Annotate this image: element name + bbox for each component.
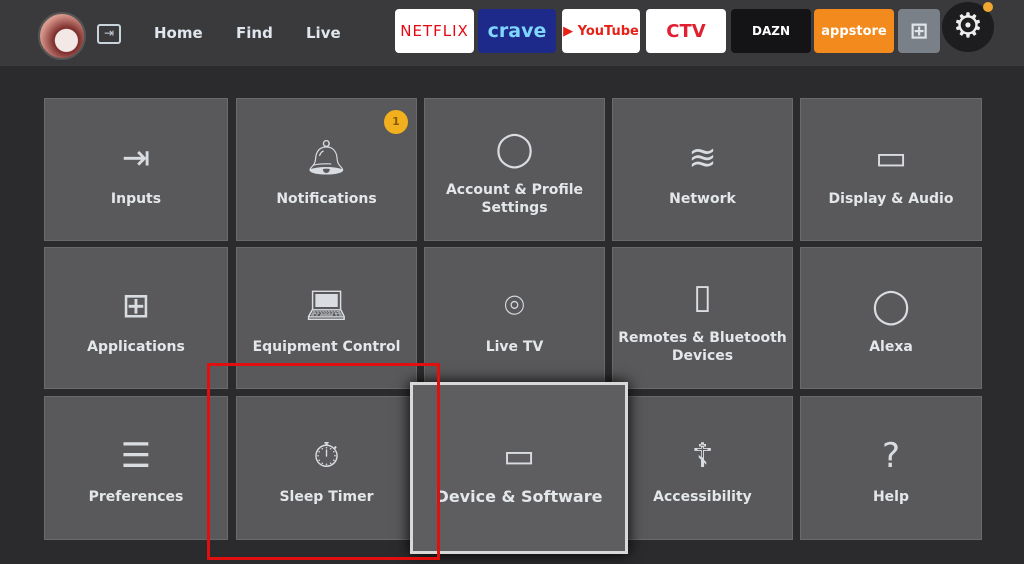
- nav-home[interactable]: Home: [154, 24, 203, 42]
- tile-label: Live TV: [485, 339, 544, 355]
- bell-icon: 🔔︎: [304, 137, 349, 178]
- notification-count-badge: 1: [384, 110, 408, 134]
- profile-icon: ◯: [495, 128, 534, 169]
- laptop-icon: 💻︎: [304, 286, 349, 326]
- wifi-icon: ≋: [688, 137, 717, 178]
- profile-avatar[interactable]: [38, 12, 86, 60]
- tile-alexa[interactable]: ◯ Alexa: [800, 247, 982, 389]
- tile-accessibility[interactable]: ☦︎ Accessibility: [612, 396, 793, 540]
- tile-label: Notifications: [276, 190, 377, 207]
- tile-remotes-bluetooth-devices[interactable]: ▯ Remotes & Bluetooth Devices: [612, 247, 793, 389]
- tile-account-profile-settings[interactable]: ◯ Account & Profile Settings: [424, 98, 605, 241]
- tile-applications[interactable]: ⊞ Applications: [44, 247, 228, 389]
- tile-network[interactable]: ≋ Network: [612, 98, 793, 241]
- app-appstore[interactable]: appstore: [814, 9, 894, 53]
- app-netflix[interactable]: NETFLIX: [395, 9, 474, 53]
- app-library-icon[interactable]: ⊞: [898, 9, 940, 53]
- apps-icon: ⊞: [121, 286, 151, 326]
- tile-display-audio[interactable]: ▭ Display & Audio: [800, 98, 982, 241]
- app-dazn[interactable]: DAZN: [731, 9, 811, 53]
- tile-label: Inputs: [110, 190, 162, 207]
- highlight-annotation-box: [207, 363, 440, 560]
- tile-label: Equipment Control: [252, 339, 401, 355]
- tile-label: Network: [669, 190, 736, 207]
- input-icon[interactable]: ⇥: [97, 24, 121, 44]
- tile-device-software[interactable]: ▭ Device & Software: [410, 382, 628, 554]
- tile-label: Display & Audio: [828, 190, 954, 207]
- remote-icon: ▯: [693, 277, 712, 317]
- tile-inputs[interactable]: ⇥ Inputs: [44, 98, 228, 241]
- display-icon: ▭: [874, 137, 908, 178]
- tv-icon: ▭: [502, 436, 536, 476]
- tile-preferences[interactable]: ☰ Preferences: [44, 396, 228, 540]
- notification-dot: [983, 2, 993, 12]
- tile-label: Preferences: [88, 489, 184, 505]
- antenna-icon: ⌾: [504, 286, 525, 326]
- app-ctv[interactable]: CTV: [646, 9, 726, 53]
- alexa-icon: ◯: [871, 286, 911, 326]
- tile-label: Help: [872, 489, 910, 505]
- tile-label: Remotes & Bluetooth Devices: [618, 330, 787, 364]
- nav-live[interactable]: Live: [306, 24, 341, 42]
- tile-label: Account & Profile Settings: [445, 181, 584, 216]
- tile-label: Alexa: [869, 339, 913, 355]
- accessibility-icon: ☦︎: [691, 436, 714, 476]
- help-icon: ?: [881, 436, 901, 476]
- tile-live-tv[interactable]: ⌾ Live TV: [424, 247, 605, 389]
- tile-label: Accessibility: [653, 489, 752, 505]
- tile-label: Applications: [87, 339, 185, 355]
- nav-find[interactable]: Find: [236, 24, 273, 42]
- input-icon: ⇥: [121, 137, 151, 178]
- sliders-icon: ☰: [120, 436, 152, 476]
- tile-label: Device & Software: [435, 487, 603, 506]
- app-youtube[interactable]: ▶ YouTube: [562, 9, 640, 53]
- tile-help[interactable]: ? Help: [800, 396, 982, 540]
- app-crave[interactable]: crave: [478, 9, 556, 53]
- top-nav-bar: ⇥ Home Find Live NETFLIX crave ▶ YouTube…: [0, 0, 1024, 66]
